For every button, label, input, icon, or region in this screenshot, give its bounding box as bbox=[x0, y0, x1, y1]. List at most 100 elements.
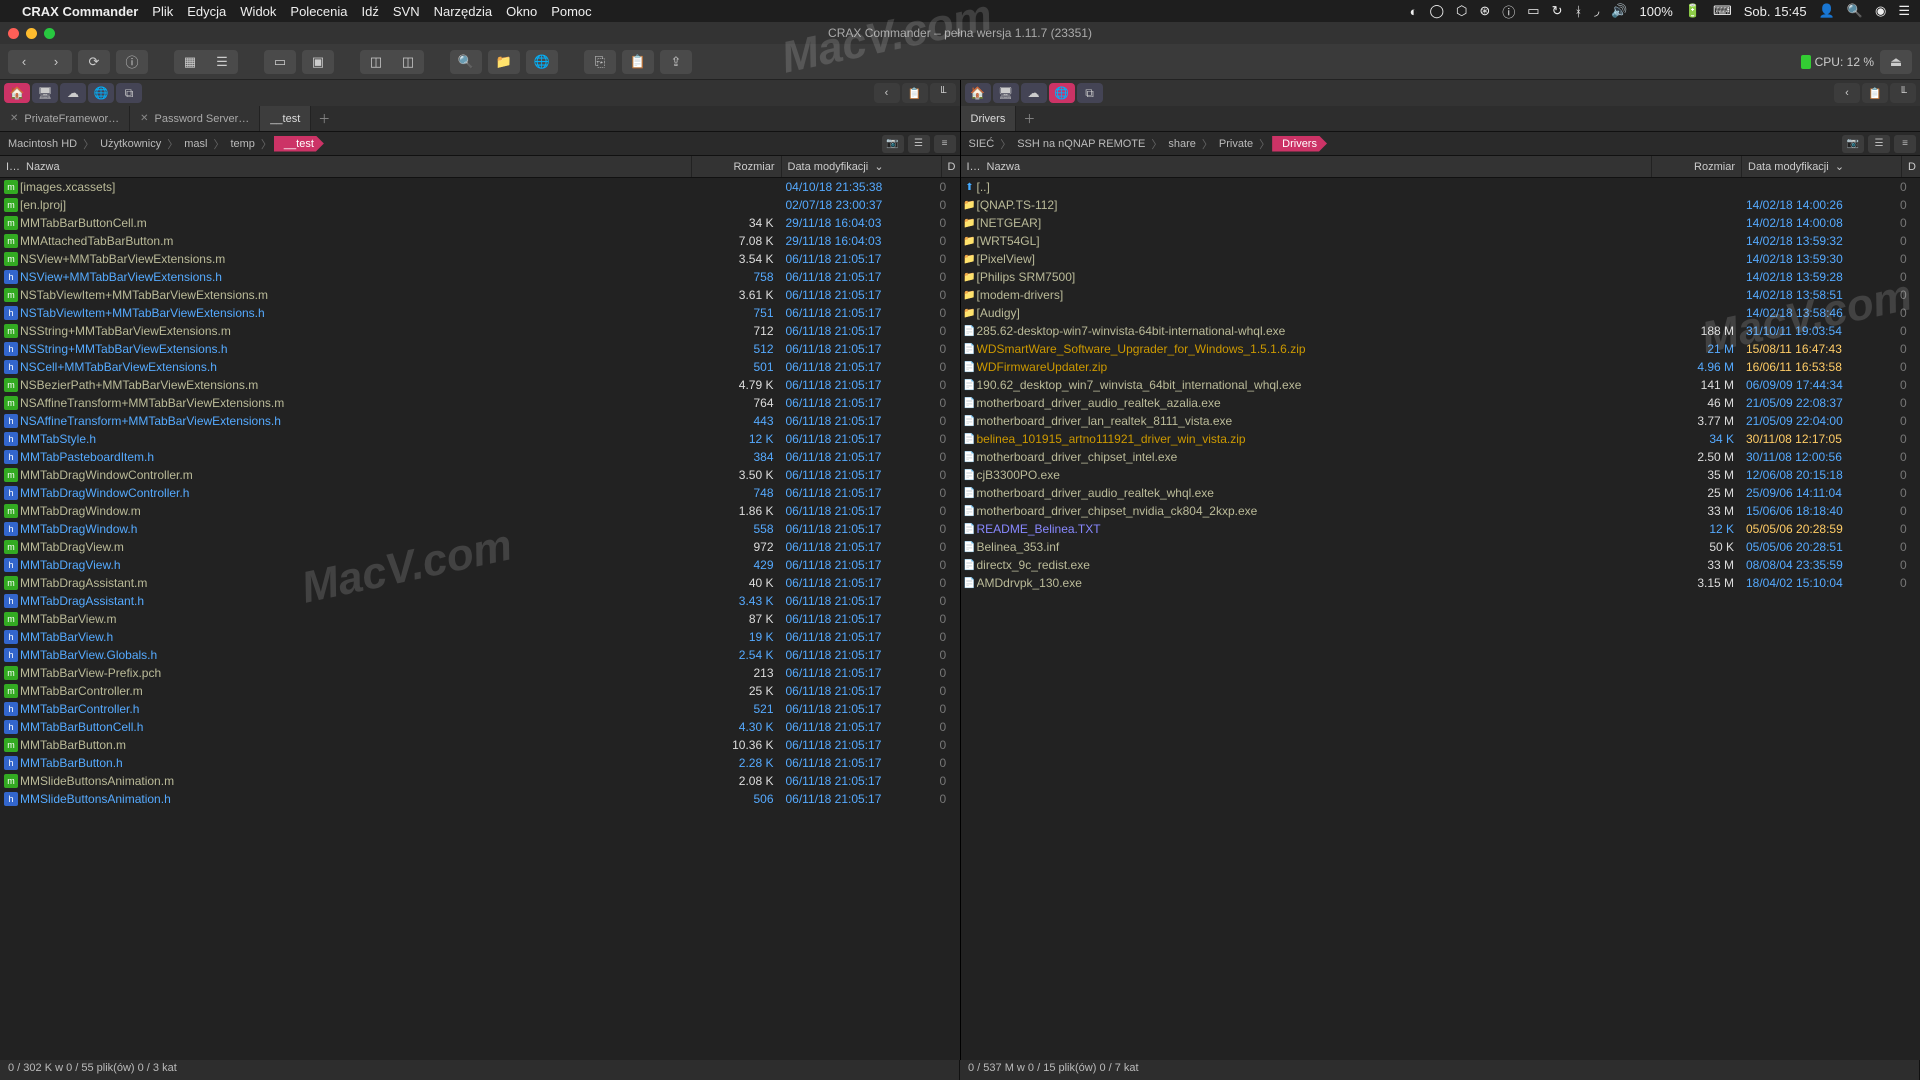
breadcrumb-segment[interactable]: temp bbox=[226, 138, 258, 150]
add-tab-button[interactable]: ＋ bbox=[1016, 110, 1042, 127]
preview-button[interactable]: ▭ bbox=[264, 50, 296, 74]
menu-okno[interactable]: Okno bbox=[506, 4, 537, 19]
col-date[interactable]: Data modyfikacji ⌄ bbox=[782, 156, 942, 177]
file-row[interactable]: mMMTabBarView.m87 K06/11/18 21:05:170 bbox=[0, 610, 960, 628]
breadcrumb-segment[interactable]: Drivers bbox=[1272, 136, 1327, 152]
file-row[interactable]: hMMTabDragWindowController.h74806/11/18 … bbox=[0, 484, 960, 502]
airplay-icon[interactable]: ▭ bbox=[1527, 3, 1539, 19]
file-row[interactable]: mMMTabBarButton.m10.36 K06/11/18 21:05:1… bbox=[0, 736, 960, 754]
file-row[interactable]: hMMTabBarController.h52106/11/18 21:05:1… bbox=[0, 700, 960, 718]
breadcrumb-segment[interactable]: Macintosh HD bbox=[4, 138, 81, 150]
file-row[interactable]: hMMTabDragView.h42906/11/18 21:05:170 bbox=[0, 556, 960, 574]
view-icons-button[interactable]: ▦ bbox=[174, 50, 206, 74]
file-row[interactable]: hMMTabPasteboardItem.h38406/11/18 21:05:… bbox=[0, 448, 960, 466]
file-row[interactable]: m[en.lproj]02/07/18 23:00:370 bbox=[0, 196, 960, 214]
tree-icon[interactable]: ╙ bbox=[930, 83, 956, 103]
file-row[interactable]: 📁[modem-drivers]14/02/18 13:58:510 bbox=[961, 286, 1920, 304]
fav-globe-icon[interactable]: 🌐 bbox=[1049, 83, 1075, 103]
menu-idz[interactable]: Idź bbox=[362, 4, 379, 19]
nav-back-icon[interactable]: ‹ bbox=[1834, 83, 1860, 103]
breadcrumb-segment[interactable]: Private bbox=[1215, 138, 1257, 150]
file-row[interactable]: 📄WDSmartWare_Software_Upgrader_for_Windo… bbox=[961, 340, 1920, 358]
file-row[interactable]: mNSBezierPath+MMTabBarViewExtensions.m4.… bbox=[0, 376, 960, 394]
status-icon[interactable]: ◐ bbox=[1410, 4, 1418, 19]
col-name[interactable]: Nazwa bbox=[981, 156, 1653, 177]
file-row[interactable]: mNSTabViewItem+MMTabBarViewExtensions.m3… bbox=[0, 286, 960, 304]
file-row[interactable]: 📄AMDdrvpk_130.exe3.15 M18/04/02 15:10:04… bbox=[961, 574, 1920, 592]
fav-home-icon[interactable]: 🏠 bbox=[4, 83, 30, 103]
status-icon[interactable]: ⬡ bbox=[1456, 3, 1467, 19]
col-date[interactable]: Data modyfikacji ⌄ bbox=[1742, 156, 1902, 177]
breadcrumb-segment[interactable]: Użytkownicy bbox=[96, 138, 165, 150]
menu-widok[interactable]: Widok bbox=[240, 4, 276, 19]
app-name[interactable]: CRAX Commander bbox=[22, 4, 138, 19]
fav-dropbox-icon[interactable]: ⧉ bbox=[1077, 83, 1103, 103]
file-row[interactable]: 📄motherboard_driver_chipset_intel.exe2.5… bbox=[961, 448, 1920, 466]
file-row[interactable]: 📄285.62-desktop-win7-winvista-64bit-inte… bbox=[961, 322, 1920, 340]
file-row[interactable]: mMMTabBarView-Prefix.pch21306/11/18 21:0… bbox=[0, 664, 960, 682]
menu-pomoc[interactable]: Pomoc bbox=[551, 4, 591, 19]
file-row[interactable]: 📄motherboard_driver_chipset_nvidia_ck804… bbox=[961, 502, 1920, 520]
file-row[interactable]: hMMTabDragAssistant.h3.43 K06/11/18 21:0… bbox=[0, 592, 960, 610]
search-button[interactable]: 🔍 bbox=[450, 50, 482, 74]
panel-left-button[interactable]: ◫ bbox=[360, 50, 392, 74]
spotlight-icon[interactable]: 🔍 bbox=[1847, 3, 1863, 19]
file-row[interactable]: mMMSlideButtonsAnimation.m2.08 K06/11/18… bbox=[0, 772, 960, 790]
camera-icon[interactable]: 📷 bbox=[1842, 135, 1864, 153]
file-row[interactable]: 📁[QNAP.TS-112]14/02/18 14:00:260 bbox=[961, 196, 1920, 214]
file-row[interactable]: mMMAttachedTabBarButton.m7.08 K29/11/18 … bbox=[0, 232, 960, 250]
breadcrumb-segment[interactable]: SSH na nQNAP REMOTE bbox=[1013, 138, 1149, 150]
file-row[interactable]: mMMTabDragWindow.m1.86 K06/11/18 21:05:1… bbox=[0, 502, 960, 520]
menu-svn[interactable]: SVN bbox=[393, 4, 420, 19]
file-row[interactable]: 📄belinea_101915_artno111921_driver_win_v… bbox=[961, 430, 1920, 448]
tab[interactable]: ✕Password Server… bbox=[130, 106, 260, 131]
breadcrumb-segment[interactable]: SIEĆ bbox=[965, 138, 999, 150]
file-row[interactable]: ⬆[..]0 bbox=[961, 178, 1920, 196]
fav-cloud-icon[interactable]: ☁ bbox=[60, 83, 86, 103]
bluetooth-icon[interactable]: ᚼ bbox=[1574, 4, 1582, 19]
menu-narzedzia[interactable]: Narzędzia bbox=[434, 4, 493, 19]
view-list-button[interactable]: ☰ bbox=[206, 50, 238, 74]
file-row[interactable]: mMMTabDragAssistant.m40 K06/11/18 21:05:… bbox=[0, 574, 960, 592]
reload-button[interactable]: ⟳ bbox=[78, 50, 110, 74]
menu-polecenia[interactable]: Polecenia bbox=[290, 4, 347, 19]
wifi-icon[interactable]: ◞ bbox=[1594, 3, 1599, 19]
file-row[interactable]: hNSView+MMTabBarViewExtensions.h75806/11… bbox=[0, 268, 960, 286]
file-row[interactable]: 📁[WRT54GL]14/02/18 13:59:320 bbox=[961, 232, 1920, 250]
menu-plik[interactable]: Plik bbox=[152, 4, 173, 19]
back-button[interactable]: ‹ bbox=[8, 50, 40, 74]
file-row[interactable]: hMMTabDragWindow.h55806/11/18 21:05:170 bbox=[0, 520, 960, 538]
close-tab-icon[interactable]: ✕ bbox=[140, 113, 148, 124]
breadcrumb-segment[interactable]: masl bbox=[180, 138, 211, 150]
status-icon[interactable]: ◯ bbox=[1429, 3, 1444, 19]
tab[interactable]: ✕PrivateFramewor… bbox=[0, 106, 130, 131]
close-button[interactable] bbox=[8, 28, 19, 39]
file-row[interactable]: hMMTabBarButtonCell.h4.30 K06/11/18 21:0… bbox=[0, 718, 960, 736]
left-file-list[interactable]: m[images.xcassets]04/10/18 21:35:380m[en… bbox=[0, 178, 960, 1060]
breadcrumb-segment[interactable]: __test bbox=[274, 136, 324, 152]
file-row[interactable]: hMMSlideButtonsAnimation.h50606/11/18 21… bbox=[0, 790, 960, 808]
timemachine-icon[interactable]: ↻ bbox=[1552, 3, 1563, 19]
add-tab-button[interactable]: ＋ bbox=[311, 110, 337, 127]
user-icon[interactable]: 👤 bbox=[1819, 3, 1835, 19]
col-size[interactable]: Rozmiar bbox=[1652, 156, 1742, 177]
status-icon[interactable]: ⊛ bbox=[1479, 3, 1490, 19]
file-row[interactable]: hNSTabViewItem+MMTabBarViewExtensions.h7… bbox=[0, 304, 960, 322]
minimize-button[interactable] bbox=[26, 28, 37, 39]
copy-button[interactable]: ⎘ bbox=[584, 50, 616, 74]
file-row[interactable]: 📁[Audigy]14/02/18 13:58:460 bbox=[961, 304, 1920, 322]
clock[interactable]: Sob. 15:45 bbox=[1744, 4, 1807, 19]
file-row[interactable]: 📄190.62_desktop_win7_winvista_64bit_inte… bbox=[961, 376, 1920, 394]
fav-cloud-icon[interactable]: ☁ bbox=[1021, 83, 1047, 103]
col-name[interactable]: Nazwa bbox=[20, 156, 692, 177]
file-row[interactable]: 📁[NETGEAR]14/02/18 14:00:080 bbox=[961, 214, 1920, 232]
volume-icon[interactable]: 🔊 bbox=[1611, 3, 1627, 19]
file-row[interactable]: mMMTabDragView.m97206/11/18 21:05:170 bbox=[0, 538, 960, 556]
file-row[interactable]: mMMTabDragWindowController.m3.50 K06/11/… bbox=[0, 466, 960, 484]
col-icon[interactable]: I… bbox=[961, 156, 981, 177]
file-row[interactable]: hMMTabBarView.h19 K06/11/18 21:05:170 bbox=[0, 628, 960, 646]
keyboard-icon[interactable]: ⌨ bbox=[1713, 3, 1732, 19]
accessibility-icon[interactable]: ⓘ bbox=[1502, 2, 1515, 21]
col-ext[interactable]: D bbox=[1902, 156, 1920, 177]
file-row[interactable]: mMMTabBarController.m25 K06/11/18 21:05:… bbox=[0, 682, 960, 700]
